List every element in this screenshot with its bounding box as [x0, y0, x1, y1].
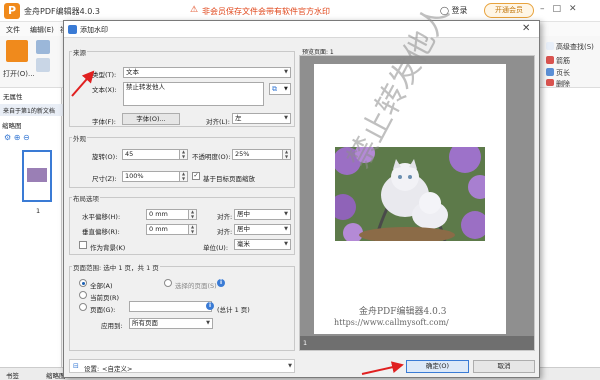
annotation-arrow-ok — [361, 361, 404, 375]
annotation-arrows — [71, 70, 404, 375]
annotation-arrow-type — [71, 70, 95, 97]
